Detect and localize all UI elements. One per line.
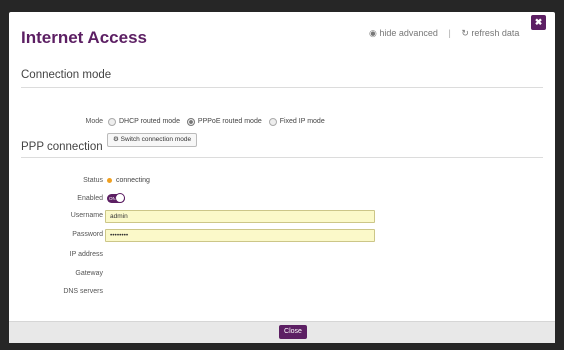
dns-servers-row: DNS servers	[9, 285, 555, 299]
radio-pppoe-circle[interactable]	[186, 118, 195, 126]
header-separator: |	[448, 28, 451, 38]
ip-address-row: IP address	[9, 248, 555, 262]
password-input[interactable]: ••••••••	[105, 229, 375, 242]
section-divider	[21, 157, 543, 158]
password-label: Password	[72, 231, 103, 238]
hide-advanced-link[interactable]: ◉ hide advanced	[369, 28, 440, 38]
radio-dhcp[interactable]: DHCP routed mode	[107, 118, 182, 126]
mode-label: Mode	[85, 118, 103, 125]
username-input[interactable]: admin	[105, 210, 375, 223]
status-row: Status connecting	[9, 174, 555, 188]
toggle-knob	[115, 193, 125, 203]
gear-icon: ⚙	[113, 136, 119, 143]
mode-radio-group: DHCP routed mode PPPoE routed mode Fixed…	[107, 115, 329, 130]
radio-pppoe[interactable]: PPPoE routed mode	[186, 118, 264, 126]
dialog-header: Internet Access ◉ hide advanced | ↻ refr…	[9, 12, 555, 64]
close-button[interactable]: Close	[279, 325, 307, 339]
gateway-label: Gateway	[75, 270, 103, 277]
status-label: Status	[83, 177, 103, 184]
status-text: connecting	[116, 177, 150, 184]
refresh-icon: ↻	[461, 28, 469, 38]
radio-fixed-ip-label: Fixed IP mode	[279, 118, 325, 125]
header-actions: ◉ hide advanced | ↻ refresh data	[369, 28, 519, 39]
status-dot-icon	[107, 177, 112, 183]
radio-pppoe-label: PPPoE routed mode	[197, 118, 262, 125]
dns-servers-label: DNS servers	[63, 288, 103, 295]
password-row: Password ••••••••	[9, 228, 555, 242]
section-divider	[21, 87, 543, 88]
dialog-title: Internet Access	[21, 28, 147, 47]
hide-advanced-label: hide advanced	[379, 28, 438, 38]
eye-icon: ◉	[369, 28, 377, 38]
radio-dhcp-circle[interactable]	[108, 118, 116, 126]
username-label: Username	[70, 212, 103, 219]
refresh-data-label: refresh data	[471, 28, 520, 38]
radio-fixed-ip[interactable]: Fixed IP mode	[268, 118, 325, 126]
ip-address-label: IP address	[69, 251, 103, 258]
radio-dhcp-label: DHCP routed mode	[119, 118, 180, 125]
enabled-toggle[interactable]: ON	[107, 193, 125, 203]
enabled-row: Enabled ON	[9, 192, 555, 206]
mode-row: Mode DHCP routed mode PPPoE routed mode …	[9, 115, 555, 129]
switch-connection-mode-label: Switch connection mode	[120, 136, 192, 143]
radio-fixed-ip-circle[interactable]	[268, 118, 277, 126]
connection-mode-title: Connection mode	[21, 69, 112, 81]
switch-connection-mode-button[interactable]: ⚙ Switch connection mode	[107, 133, 198, 147]
username-row: Username admin	[9, 209, 555, 223]
refresh-data-link[interactable]: ↻ refresh data	[461, 28, 519, 38]
status-value: connecting	[107, 174, 150, 188]
ppp-connection-title: PPP connection	[21, 141, 103, 153]
close-icon[interactable]: ✖	[531, 15, 546, 30]
enabled-label: Enabled	[77, 195, 103, 202]
gateway-row: Gateway	[9, 267, 555, 281]
internet-access-dialog: Internet Access ◉ hide advanced | ↻ refr…	[9, 12, 555, 343]
